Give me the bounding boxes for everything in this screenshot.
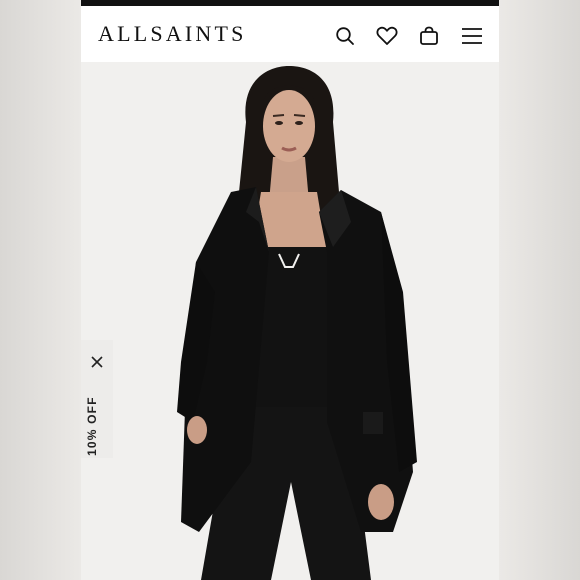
mobile-screen: ALLSAINTS 10% OFF (81, 0, 499, 580)
promo-tab[interactable]: 10% OFF (81, 340, 113, 458)
close-icon[interactable] (91, 356, 103, 368)
model-figure (177, 66, 417, 580)
menu-icon[interactable] (460, 24, 484, 48)
brand-logo[interactable]: ALLSAINTS (98, 22, 247, 46)
background-left (0, 0, 81, 580)
site-header: ALLSAINTS (81, 6, 499, 62)
search-icon[interactable] (333, 24, 357, 48)
bag-icon[interactable] (417, 24, 441, 48)
background-right (499, 0, 580, 580)
product-image[interactable]: 10% OFF (81, 62, 499, 580)
heart-icon[interactable] (375, 24, 399, 48)
promo-label[interactable]: 10% OFF (85, 386, 99, 456)
